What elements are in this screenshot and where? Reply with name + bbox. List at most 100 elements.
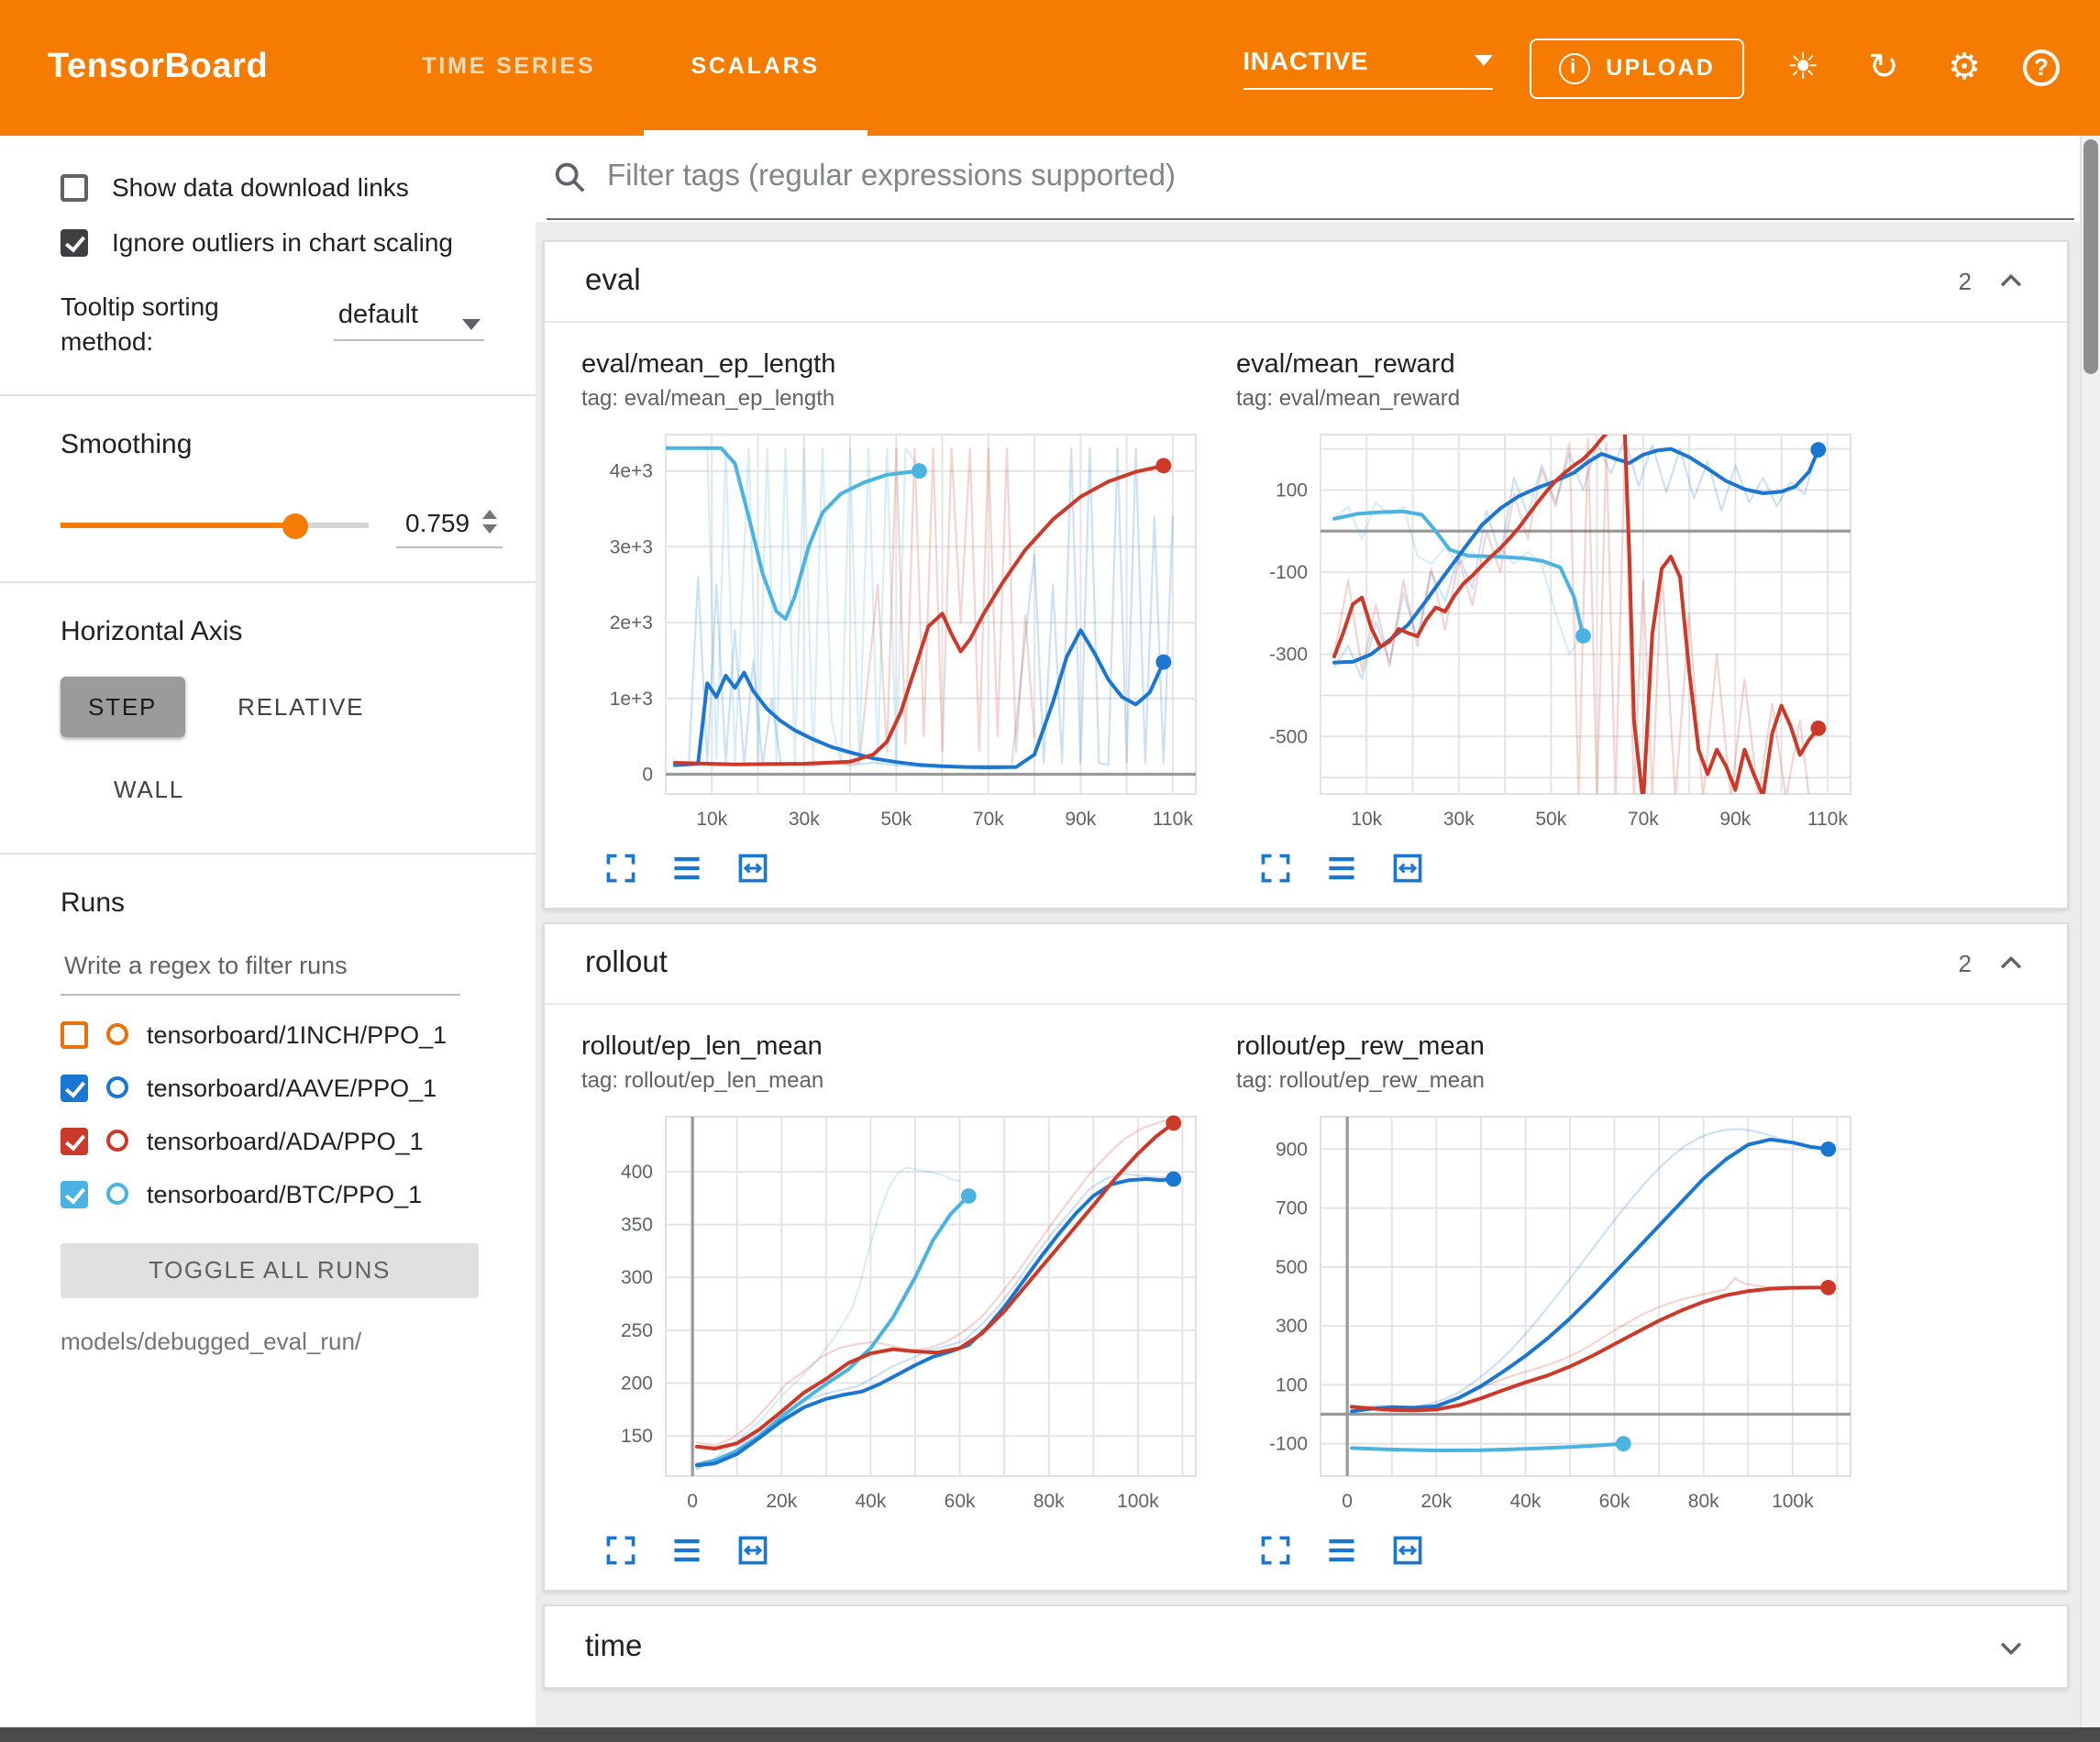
chart-plot[interactable]: 150200250300350400020k40k60k80k100k — [581, 1102, 1210, 1527]
option-row[interactable]: Show data download links — [61, 172, 536, 204]
settings-icon[interactable]: ⚙ — [1942, 46, 1986, 90]
svg-text:10k: 10k — [1351, 809, 1382, 830]
svg-text:4e+3: 4e+3 — [610, 461, 653, 482]
chart-plot[interactable]: -500-300-10010010k30k50k70k90k110k — [1236, 420, 1865, 845]
data-table-icon[interactable] — [669, 1533, 704, 1568]
svg-text:100k: 100k — [1772, 1491, 1814, 1512]
tag-section: rollout 2 rollout/ep_len_mean tag: rollo… — [543, 922, 2069, 1592]
data-table-icon[interactable] — [1324, 851, 1359, 886]
axis-buttons: STEP RELATIVE — [61, 677, 536, 737]
chevron-icon[interactable] — [1995, 266, 2027, 297]
smoothing-label: Smoothing — [61, 429, 536, 460]
stepper-up-icon[interactable] — [482, 511, 497, 520]
section-header[interactable]: eval 2 — [545, 242, 2067, 323]
expand-chart-icon[interactable] — [603, 851, 638, 886]
toggle-all-runs-button[interactable]: TOGGLE ALL RUNS — [61, 1243, 479, 1298]
option-checkbox[interactable] — [61, 228, 88, 256]
svg-text:70k: 70k — [973, 809, 1004, 830]
chart-plot[interactable]: -100100300500700900020k40k60k80k100k — [1236, 1102, 1865, 1527]
axis-step-button[interactable]: STEP — [61, 677, 184, 737]
data-table-icon[interactable] — [669, 851, 704, 886]
run-color-indicator — [106, 1130, 128, 1152]
chevron-icon[interactable] — [1995, 1631, 2027, 1662]
fit-domain-icon[interactable] — [735, 851, 770, 886]
section-header-right: 2 — [1959, 266, 2027, 297]
upload-label: UPLOAD — [1606, 55, 1715, 81]
tooltip-sorting-value: default — [338, 300, 418, 329]
svg-text:0: 0 — [642, 764, 653, 785]
vertical-scrollbar[interactable] — [2080, 136, 2100, 1727]
axis-wall-button[interactable]: WALL — [86, 759, 212, 820]
smoothing-value-input[interactable]: 0.759 — [396, 504, 503, 548]
run-checkbox[interactable] — [61, 1128, 88, 1155]
tab-scalars[interactable]: SCALARS — [643, 0, 867, 136]
scrollbar-thumb[interactable] — [2083, 139, 2098, 374]
chevron-icon[interactable] — [1995, 948, 2027, 979]
option-row[interactable]: Ignore outliers in chart scaling — [61, 227, 536, 259]
option-checkbox[interactable] — [61, 174, 88, 202]
section-header[interactable]: rollout 2 — [545, 924, 2067, 1005]
status-dropdown[interactable]: INACTIVE — [1243, 46, 1492, 90]
svg-text:150: 150 — [621, 1426, 653, 1447]
section-title: time — [585, 1629, 642, 1664]
search-icon — [552, 160, 587, 194]
slider-fill — [61, 524, 294, 529]
data-table-icon[interactable] — [1324, 1533, 1359, 1568]
header-actions: INACTIVE i UPLOAD ☀ ↻ ⚙ ? — [1243, 0, 2060, 136]
chart-plot[interactable]: 01e+32e+33e+34e+310k30k50k70k90k110k — [581, 420, 1210, 845]
run-item[interactable]: tensorboard/AAVE/PPO_1 — [61, 1075, 536, 1102]
bottom-bar — [0, 1727, 2100, 1742]
expand-chart-icon[interactable] — [603, 1533, 638, 1568]
run-item[interactable]: tensorboard/ADA/PPO_1 — [61, 1128, 536, 1155]
run-label: tensorboard/AAVE/PPO_1 — [147, 1075, 437, 1102]
svg-text:20k: 20k — [766, 1491, 797, 1512]
svg-text:30k: 30k — [789, 809, 820, 830]
run-checkbox[interactable] — [61, 1021, 88, 1049]
stepper-down-icon[interactable] — [482, 525, 497, 535]
help-icon[interactable]: ? — [2023, 50, 2060, 86]
svg-text:400: 400 — [621, 1162, 653, 1183]
tag-section: eval 2 eval/mean_ep_length tag: eval/mea… — [543, 240, 2069, 910]
chart-tag: tag: eval/mean_reward — [1236, 385, 1865, 411]
svg-text:80k: 80k — [1688, 1491, 1719, 1512]
runs-filter-input[interactable] — [61, 944, 460, 996]
smoothing-slider[interactable] — [61, 524, 369, 529]
run-checkbox[interactable] — [61, 1075, 88, 1102]
svg-text:-500: -500 — [1269, 726, 1308, 747]
chart-card: rollout/ep_len_mean tag: rollout/ep_len_… — [581, 1032, 1210, 1568]
fit-domain-icon[interactable] — [1390, 1533, 1425, 1568]
refresh-icon[interactable]: ↻ — [1862, 46, 1906, 90]
svg-text:350: 350 — [621, 1215, 653, 1236]
runs-directory: models/debugged_eval_run/ — [61, 1328, 536, 1355]
section-header[interactable]: time — [545, 1606, 2067, 1687]
smoothing-control: 0.759 — [61, 504, 536, 548]
expand-chart-icon[interactable] — [1258, 1533, 1293, 1568]
fit-domain-icon[interactable] — [1390, 851, 1425, 886]
svg-text:200: 200 — [621, 1373, 653, 1395]
section-header-right: 2 — [1959, 948, 2027, 979]
svg-text:90k: 90k — [1719, 809, 1751, 830]
brightness-icon[interactable]: ☀ — [1781, 46, 1825, 90]
run-item[interactable]: tensorboard/1INCH/PPO_1 — [61, 1021, 536, 1049]
divider — [0, 581, 536, 583]
svg-text:-100: -100 — [1269, 1434, 1308, 1455]
stepper-icons[interactable] — [482, 511, 497, 535]
fit-domain-icon[interactable] — [735, 1533, 770, 1568]
expand-chart-icon[interactable] — [1258, 851, 1293, 886]
run-item[interactable]: tensorboard/BTC/PPO_1 — [61, 1181, 536, 1208]
tab-time-series[interactable]: TIME SERIES — [374, 0, 643, 136]
svg-text:50k: 50k — [1535, 809, 1566, 830]
axis-relative-button[interactable]: RELATIVE — [210, 677, 392, 737]
info-icon: i — [1558, 52, 1589, 83]
tooltip-sorting-dropdown[interactable]: default — [335, 289, 484, 340]
general-options: Show data download links Ignore outliers… — [61, 172, 536, 258]
app-header: TensorBoard TIME SERIES SCALARS INACTIVE… — [0, 0, 2100, 136]
tag-filter-input[interactable] — [607, 160, 2069, 194]
upload-button[interactable]: i UPLOAD — [1529, 38, 1744, 98]
chart-actions — [581, 1533, 1210, 1568]
section-title: eval — [585, 264, 641, 299]
run-checkbox[interactable] — [61, 1181, 88, 1208]
option-label: Show data download links — [112, 172, 409, 204]
chart-card: rollout/ep_rew_mean tag: rollout/ep_rew_… — [1236, 1032, 1865, 1568]
slider-knob[interactable] — [282, 513, 307, 539]
